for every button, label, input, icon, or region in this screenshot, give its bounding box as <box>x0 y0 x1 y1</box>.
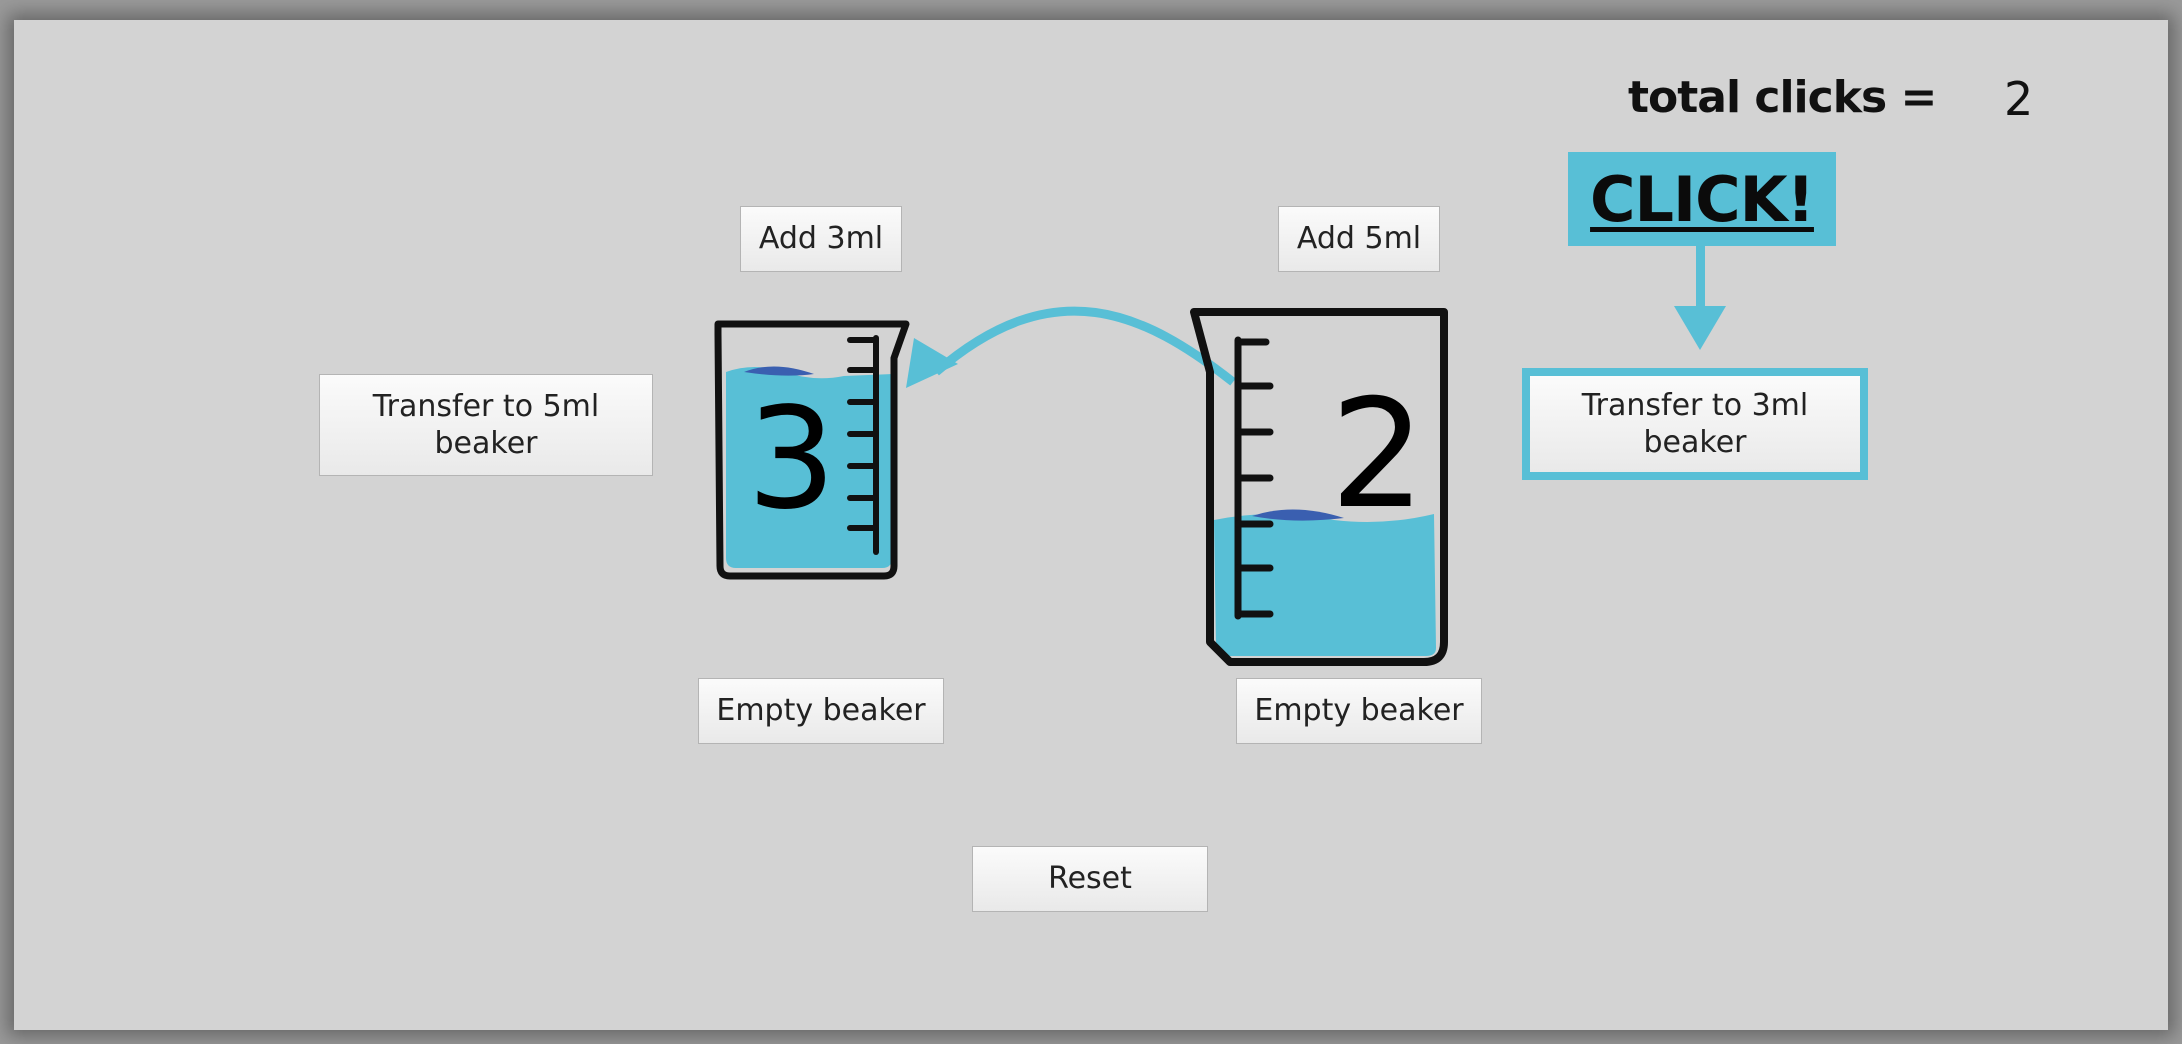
pour-arrow-icon <box>906 306 1236 388</box>
transfer-to-3ml-button[interactable]: Transfer to 3ml beaker <box>1522 368 1868 480</box>
hint-arrow-icon <box>1674 246 1726 350</box>
empty-large-beaker-button[interactable]: Empty beaker <box>1236 678 1482 744</box>
empty-small-beaker-button[interactable]: Empty beaker <box>698 678 944 744</box>
large-beaker-amount: 2 <box>1330 368 1426 542</box>
simulation-canvas: total clicks = 2 CLICK! 3 2 Add 3ml Tran… <box>14 20 2168 1030</box>
add-3ml-button[interactable]: Add 3ml <box>740 206 902 272</box>
reset-button[interactable]: Reset <box>972 846 1208 912</box>
transfer-to-5ml-button[interactable]: Transfer to 5ml beaker <box>319 374 653 476</box>
add-5ml-button[interactable]: Add 5ml <box>1278 206 1440 272</box>
small-beaker-amount: 3 <box>747 378 837 541</box>
